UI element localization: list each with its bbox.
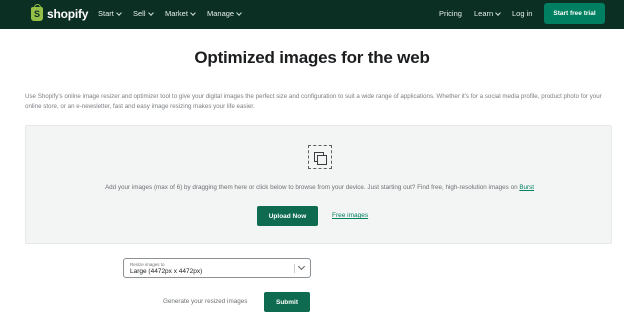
nav-item-market[interactable]: Market	[165, 9, 196, 18]
resize-select[interactable]: Resize images to Large (4472px x 4472px)	[123, 258, 311, 278]
image-frame-front	[317, 155, 327, 165]
chevron-down-icon	[297, 262, 306, 271]
nav-item-label: Start	[98, 9, 114, 18]
chevron-down-icon	[190, 9, 196, 16]
nav-item-label: Sell	[133, 9, 146, 18]
nav-item-learn[interactable]: Learn	[474, 9, 502, 18]
images-icon	[308, 145, 332, 169]
top-nav: shopify Start Sell Market Manage Pricing…	[0, 0, 624, 29]
nav-item-manage[interactable]: Manage	[207, 9, 242, 18]
resize-select-value: Large (4472px x 4472px)	[130, 268, 203, 275]
dropzone-text: Add your images (max of 6) by dragging t…	[104, 184, 518, 191]
generate-text: Generate your resized images	[163, 298, 248, 305]
nav-item-label: Learn	[474, 9, 494, 18]
image-dropzone[interactable]: Add your images (max of 6) by dragging t…	[25, 125, 612, 244]
free-images-link[interactable]: Free images	[332, 212, 368, 219]
nav-item-start[interactable]: Start	[98, 9, 122, 18]
start-free-trial-button[interactable]: Start free trial	[544, 3, 605, 24]
nav-item-label: Manage	[207, 9, 235, 18]
submit-button[interactable]: Submit	[264, 292, 310, 312]
chevron-down-icon	[495, 9, 502, 16]
chevron-down-icon	[236, 9, 242, 16]
shopify-logo[interactable]: shopify	[31, 4, 89, 21]
burst-link[interactable]: Burst	[519, 184, 534, 191]
page-title: Optimized images for the web	[194, 48, 430, 67]
nav-item-label: Market	[165, 9, 188, 18]
nav-link-pricing[interactable]: Pricing	[439, 9, 462, 18]
intro-paragraph: Use Shopify's online image resizer and o…	[25, 93, 602, 110]
select-divider	[294, 264, 295, 273]
shopping-bag-icon	[31, 4, 43, 21]
nav-link-label: Pricing	[439, 9, 462, 18]
dropzone-instructions: Add your images (max of 6) by dragging t…	[26, 184, 613, 191]
chevron-down-icon	[116, 9, 122, 16]
upload-now-button[interactable]: Upload Now	[257, 206, 318, 226]
logo-text: shopify	[47, 7, 89, 21]
nav-link-login[interactable]: Log in	[512, 9, 532, 18]
chevron-down-icon	[147, 9, 154, 16]
nav-link-label: Log in	[512, 9, 533, 18]
resize-select-label: Resize images to	[130, 262, 165, 267]
nav-item-sell[interactable]: Sell	[133, 9, 154, 18]
